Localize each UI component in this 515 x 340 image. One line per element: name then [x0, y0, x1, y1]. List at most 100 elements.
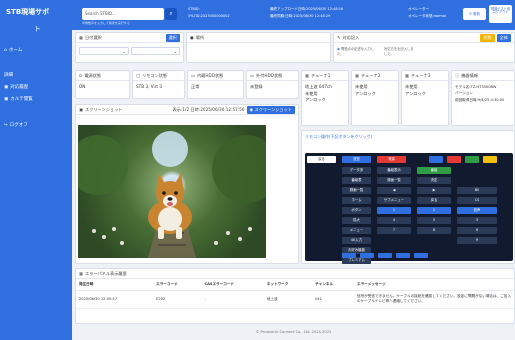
remote-card: ▢ リモコン状態 STB 3, Virt 3: [132, 70, 185, 99]
remote-back-button[interactable]: 戻る: [307, 156, 336, 163]
col-message[interactable]: エラーメッセージ: [354, 279, 514, 291]
sidebar-item-label: 対応履歴: [10, 85, 29, 90]
foliage-right: [212, 135, 266, 203]
remark-status-button[interactable]: 状態: [480, 33, 495, 42]
cell-error-code: E202: [153, 290, 202, 309]
screenshot-refresh-label: スクリーンショット: [254, 106, 292, 112]
search-input[interactable]: Search STBID...: [82, 8, 164, 20]
remote-btn[interactable]: 6: [457, 227, 497, 234]
edit-icon: ✎: [337, 35, 341, 40]
remote-btn[interactable]: 4: [377, 217, 411, 224]
remote-btn[interactable]: 番組表示: [377, 167, 411, 174]
remote-green-button[interactable]: [465, 156, 479, 163]
tuner3-card-header: ▦ チューナ3: [402, 71, 448, 81]
user-button[interactable]: 現場テスト用 ログアウト: [489, 5, 512, 23]
remote-pad: 戻る 放送 電源 データ多 番組表 録画一覧 ホーム ボタン 拡大 メニュー 4…: [305, 153, 513, 264]
tuner2-card-title: チューナ2: [360, 72, 381, 78]
info-icon: ⓘ: [455, 72, 460, 78]
date-select-button[interactable]: 選択: [165, 33, 180, 42]
remote-btn[interactable]: 9: [457, 237, 497, 244]
remote-btn[interactable]: 7: [377, 227, 411, 234]
remote-btn[interactable]: 1: [377, 207, 411, 214]
power-icon: ⏻: [79, 73, 83, 78]
date-select[interactable]: ⌄: [79, 47, 129, 55]
col-channel[interactable]: チャンネル: [312, 279, 354, 291]
remote-btn[interactable]: 録画一覧: [377, 177, 411, 184]
ext-hdd-card-value: 未登録: [250, 84, 263, 89]
remote-btn[interactable]: 3: [457, 217, 497, 224]
sidebar-item-logout[interactable]: ↪ ログオフ: [4, 122, 28, 129]
remote-btn[interactable]: ▶: [417, 187, 451, 194]
time-select[interactable]: ⌄: [130, 47, 180, 55]
remote-broadcast-button[interactable]: 放送: [342, 156, 371, 163]
stbid-value: 5%7ID:2023000000002: [188, 14, 230, 18]
remote-dpad-button[interactable]: [378, 253, 392, 258]
remote-icon: ▢: [136, 73, 140, 78]
top-bar: Search STBID... ⌕ 半角数字を入力して検索を実行する STBID…: [72, 0, 515, 30]
sidebar-item-home[interactable]: ⌂ ホーム: [4, 47, 22, 54]
remote-bottom-row: [342, 253, 428, 258]
sidebar-item-karte[interactable]: ▣ カルテ閲覧: [4, 96, 33, 103]
remote-btn[interactable]: ボタン: [342, 207, 371, 214]
col-network[interactable]: ネットワーク: [263, 279, 313, 291]
remark-all-button[interactable]: 全体: [496, 33, 511, 42]
update-button-label: 更新: [473, 12, 481, 16]
col-error-code[interactable]: エラーコード: [153, 279, 202, 291]
remote-dpad-button[interactable]: [414, 253, 428, 258]
remote-btn[interactable]: 番組表: [342, 177, 371, 184]
remark-col-right: 対応方法を記入しま した。: [384, 46, 414, 56]
remote-btn[interactable]: 決定: [417, 177, 451, 184]
screenshot-refresh-button[interactable]: ◉ スクリーンショット: [246, 105, 295, 114]
tuner1-sub1: 未使用: [305, 90, 318, 96]
remote-blue-button[interactable]: [429, 156, 443, 163]
remote-btn[interactable]: メニュー: [342, 227, 371, 234]
remote-dpad-button[interactable]: [360, 253, 374, 258]
tuner1-sub2: アンロック: [305, 97, 326, 103]
sidebar-item-history[interactable]: ▣ 対応履歴: [4, 84, 29, 91]
remote-btn[interactable]: 番組: [417, 167, 451, 174]
remote-btn[interactable]: 音声: [457, 207, 497, 214]
remote-mid-column: 番組表示 録画一覧 ◀ サブメニュー 1 4 7: [377, 167, 411, 234]
remote-btn[interactable]: 2: [417, 207, 451, 214]
search-icon: ⌕: [169, 10, 173, 17]
device-info-card-body: モデル名:TZ-HT3500BW バージョン 前回取得日時:9/4/25 4:3…: [452, 81, 514, 106]
remote-yellow-button[interactable]: [483, 156, 497, 163]
remote-btn[interactable]: 戻る: [417, 197, 451, 204]
remote-red-button[interactable]: [447, 156, 461, 163]
remote-btn[interactable]: サブメニュー: [377, 197, 411, 204]
remote-btn[interactable]: ◀: [377, 187, 411, 194]
screenshot-timestamp: 表示:1/2 日時:2025/06/30 12:57:56: [172, 106, 245, 112]
remote-btn[interactable]: BS: [457, 187, 497, 194]
update-button[interactable]: ⟳ 更新: [463, 8, 486, 20]
table-header-row: 発生日時 エラーコード CASエラーコード ネットワーク チャンネル エラーメッ…: [76, 279, 514, 291]
remote-btn[interactable]: 録画一覧: [342, 187, 371, 194]
remote-btn[interactable]: 5: [417, 217, 451, 224]
image-icon: ▣: [79, 107, 83, 112]
opmode-label: オペレーター: [408, 7, 429, 11]
power-card-title: 電源状態: [84, 72, 102, 78]
remote-btn[interactable]: データ多: [342, 167, 371, 174]
col-datetime[interactable]: 発生日時: [76, 279, 154, 291]
opmode-value: オペレータ状態:normal: [408, 14, 446, 18]
sidebar-item-detail[interactable]: 詳細: [4, 72, 13, 78]
remote-panel-title: リモコン操作(下記ボタンをクリック): [305, 134, 373, 139]
tuner-icon: ▦: [405, 73, 409, 78]
remote-btn[interactable]: 8: [417, 227, 451, 234]
col-cas-code[interactable]: CASエラーコード: [201, 279, 264, 291]
remote-btn[interactable]: 拡大: [342, 217, 371, 224]
power-card: ⏻ 電源状態 ON: [75, 70, 130, 99]
table-row: 2025/06/30 12:05:57 E202 - 地上波 041 信号が受信…: [76, 290, 514, 309]
error-history-table: 発生日時 エラーコード CASエラーコード ネットワーク チャンネル エラーメッ…: [76, 279, 514, 309]
remote-btn[interactable]: プレミアム: [342, 257, 371, 264]
search-button[interactable]: ⌕: [165, 8, 177, 20]
remark-line3: 対応方法を記入しま: [383, 47, 414, 51]
last-updated: 最終アップロード日時:2025/06/30 12:48:16: [270, 7, 344, 11]
remote-power-button[interactable]: 電源: [377, 156, 406, 163]
remote-dpad-button[interactable]: [342, 253, 356, 258]
cell-datetime: 2025/06/30 12:05:57: [76, 290, 154, 309]
remote-btn[interactable]: ホーム: [342, 197, 371, 204]
remote-dpad-button[interactable]: [396, 253, 410, 258]
remote-btn[interactable]: CS: [457, 197, 497, 204]
remote-btn[interactable]: 4K入力: [342, 237, 371, 244]
sidebar-item-label: カルテ閲覧: [10, 97, 33, 102]
